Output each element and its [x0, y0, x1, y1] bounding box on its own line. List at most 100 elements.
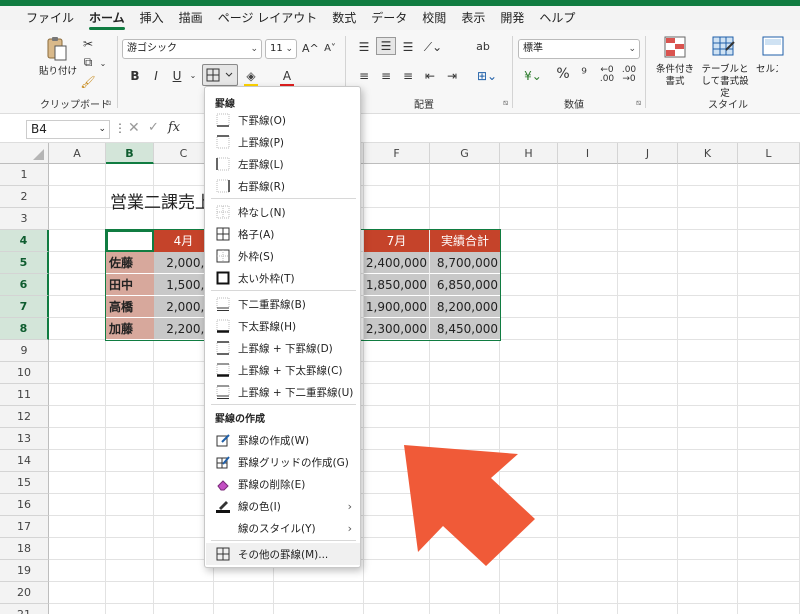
- row-header-3[interactable]: 3: [0, 208, 49, 230]
- italic-button[interactable]: I: [150, 68, 162, 84]
- row-header-19[interactable]: 19: [0, 560, 49, 582]
- decrease-decimal-icon[interactable]: .00 →0: [620, 66, 638, 84]
- menu-item-draw-border[interactable]: 罫線の作成(W): [206, 429, 360, 451]
- grow-font-button[interactable]: A^: [302, 41, 319, 57]
- menu-item-top-thick-bottom-border[interactable]: 上罫線 + 下太罫線(C): [206, 359, 360, 381]
- paste-button[interactable]: 貼り付け: [38, 66, 78, 78]
- tab-developer[interactable]: 開発: [500, 6, 524, 30]
- row-header-12[interactable]: 12: [0, 406, 49, 428]
- tab-draw[interactable]: 描画: [179, 6, 203, 30]
- align-bottom-icon[interactable]: ☰: [400, 39, 416, 55]
- cell-total[interactable]: 8,450,000: [430, 318, 500, 340]
- font-color-button[interactable]: A: [280, 68, 294, 84]
- row-header-7[interactable]: 7: [0, 296, 49, 318]
- cell-name[interactable]: 田中: [106, 274, 154, 296]
- menu-item-outside-borders[interactable]: 外枠(S): [206, 245, 360, 267]
- menu-item-border-top[interactable]: 上罫線(P): [206, 131, 360, 153]
- increase-indent-icon[interactable]: ⇥: [444, 68, 460, 84]
- tab-formulas[interactable]: 数式: [332, 6, 356, 30]
- cell-total[interactable]: 8,200,000: [430, 296, 500, 318]
- column-header-g[interactable]: G: [430, 143, 500, 164]
- menu-item-border-bottom[interactable]: 下罫線(O): [206, 109, 360, 131]
- paste-icon[interactable]: [46, 36, 68, 62]
- row-header-15[interactable]: 15: [0, 472, 49, 494]
- menu-item-all-borders[interactable]: 格子(A): [206, 223, 360, 245]
- column-header-l[interactable]: L: [738, 143, 800, 164]
- more-options-icon[interactable]: ⋮: [114, 121, 126, 135]
- menu-item-border-left[interactable]: 左罫線(L): [206, 153, 360, 175]
- menu-item-no-border[interactable]: 枠なし(N): [206, 201, 360, 223]
- select-all-corner[interactable]: [0, 143, 49, 164]
- number-format-combo[interactable]: 標準 ⌄: [518, 39, 640, 59]
- cell-name[interactable]: 佐藤: [106, 252, 154, 274]
- cancel-icon[interactable]: ✕: [128, 120, 140, 136]
- worksheet-grid[interactable]: ABCDEFGHIJKL1234567891011121314151617181…: [0, 143, 800, 614]
- merge-cells-icon[interactable]: ⊞⌄: [474, 68, 500, 84]
- row-header-5[interactable]: 5: [0, 252, 49, 274]
- row-header-18[interactable]: 18: [0, 538, 49, 560]
- cell-f4[interactable]: 7月: [364, 230, 430, 252]
- tab-review[interactable]: 校閲: [422, 6, 446, 30]
- cell-g4[interactable]: 実績合計: [430, 230, 500, 252]
- row-header-21[interactable]: 21: [0, 604, 49, 614]
- row-header-10[interactable]: 10: [0, 362, 49, 384]
- column-header-h[interactable]: H: [500, 143, 558, 164]
- format-painter-icon[interactable]: 🖌: [80, 74, 96, 90]
- column-header-b[interactable]: B: [106, 143, 154, 164]
- menu-item-thick-outside-borders[interactable]: 太い外枠(T): [206, 267, 360, 289]
- row-header-11[interactable]: 11: [0, 384, 49, 406]
- cell-name[interactable]: 高橋: [106, 296, 154, 318]
- underline-button[interactable]: U: [170, 68, 184, 84]
- cell-styles-button[interactable]: セルスタイル: [756, 64, 778, 76]
- align-right-icon[interactable]: ≡: [400, 68, 416, 84]
- menu-item-thick-bottom-border[interactable]: 下太罫線(H): [206, 315, 360, 337]
- insert-function-button[interactable]: fx: [168, 120, 180, 135]
- cell-b4[interactable]: [106, 230, 154, 252]
- number-launcher-icon[interactable]: ⧅: [636, 98, 641, 108]
- format-as-table-icon[interactable]: [712, 36, 736, 58]
- cell-july[interactable]: 1,850,000: [364, 274, 430, 296]
- alignment-launcher-icon[interactable]: ⧅: [503, 98, 508, 108]
- cell-total[interactable]: 6,850,000: [430, 274, 500, 296]
- menu-item-top-double-bottom-border[interactable]: 上罫線 + 下二重罫線(U): [206, 381, 360, 403]
- percent-button[interactable]: %: [556, 66, 570, 82]
- menu-item-more-borders[interactable]: その他の罫線(M)...: [206, 543, 360, 565]
- row-header-4[interactable]: 4: [0, 230, 49, 252]
- clipboard-launcher-icon[interactable]: ⧅: [106, 98, 111, 108]
- align-left-icon[interactable]: ≡: [356, 68, 372, 84]
- cell-july[interactable]: 1,900,000: [364, 296, 430, 318]
- fill-color-icon[interactable]: ◈: [244, 68, 258, 84]
- align-top-icon[interactable]: ☰: [356, 39, 372, 55]
- bold-button[interactable]: B: [128, 68, 142, 84]
- conditional-formatting-icon[interactable]: [664, 36, 686, 58]
- row-header-6[interactable]: 6: [0, 274, 49, 296]
- column-header-a[interactable]: A: [49, 143, 106, 164]
- tab-insert[interactable]: 挿入: [140, 6, 164, 30]
- tab-view[interactable]: 表示: [461, 6, 485, 30]
- conditional-formatting-button[interactable]: 条件付き書式: [652, 64, 698, 88]
- font-size-combo[interactable]: 11 ⌄: [265, 39, 297, 59]
- row-header-1[interactable]: 1: [0, 164, 49, 186]
- row-header-17[interactable]: 17: [0, 516, 49, 538]
- menu-item-border-right[interactable]: 右罫線(R): [206, 175, 360, 197]
- align-middle-icon[interactable]: ☰: [376, 37, 396, 55]
- row-header-16[interactable]: 16: [0, 494, 49, 516]
- enter-icon[interactable]: ✓: [148, 120, 159, 135]
- row-header-13[interactable]: 13: [0, 428, 49, 450]
- tab-data[interactable]: データ: [371, 6, 407, 30]
- row-header-9[interactable]: 9: [0, 340, 49, 362]
- align-center-icon[interactable]: ≡: [378, 68, 394, 84]
- cell-name[interactable]: 加藤: [106, 318, 154, 340]
- tab-page-layout[interactable]: ページ レイアウト: [218, 6, 318, 30]
- cut-icon[interactable]: ✂: [80, 36, 96, 52]
- menu-item-line-style[interactable]: 線のスタイル(Y) ›: [206, 517, 360, 539]
- format-as-table-button[interactable]: テーブルとして書式設定: [700, 64, 750, 100]
- cell-styles-icon[interactable]: [762, 36, 784, 58]
- copy-icon[interactable]: ⧉: [80, 54, 96, 70]
- borders-button[interactable]: [202, 64, 238, 86]
- menu-item-double-bottom-border[interactable]: 下二重罫線(B): [206, 293, 360, 315]
- chevron-down-icon[interactable]: ⌄: [188, 68, 198, 84]
- menu-item-erase-border[interactable]: 罫線の削除(E): [206, 473, 360, 495]
- column-header-f[interactable]: F: [364, 143, 430, 164]
- shrink-font-button[interactable]: A˅: [322, 41, 338, 57]
